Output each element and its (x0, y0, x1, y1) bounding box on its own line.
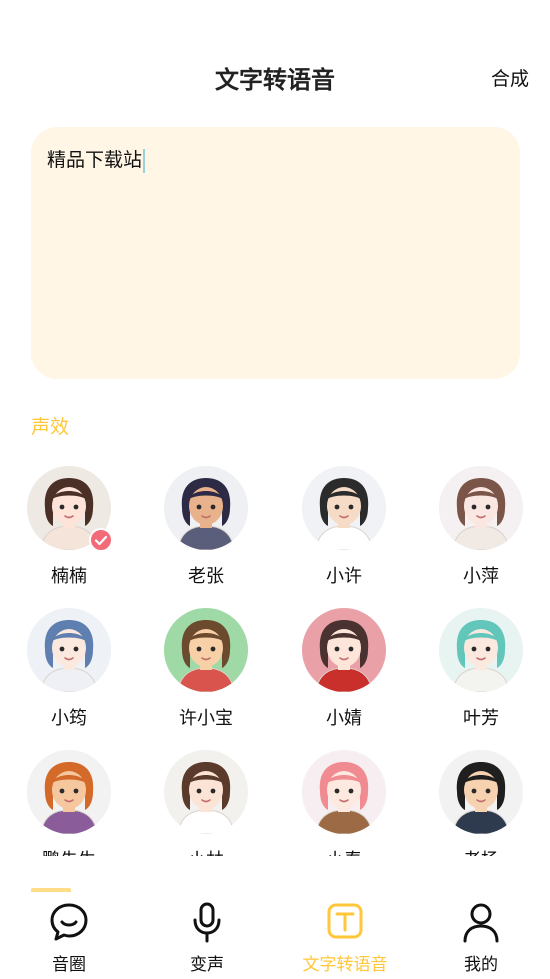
voice-item[interactable]: 小许 (275, 464, 413, 594)
tab-text-to-speech-label: 文字转语音 (302, 955, 388, 975)
avatar (439, 608, 523, 692)
voice-item[interactable]: 许小宝 (137, 606, 275, 736)
voice-avatar[interactable] (302, 466, 386, 550)
voice-avatar[interactable] (439, 466, 523, 550)
voice-item[interactable]: 小春 (275, 748, 413, 856)
top-bar: 文字转语音 合成 (0, 52, 550, 100)
voice-avatar[interactable] (302, 750, 386, 834)
person-icon (460, 900, 502, 944)
voice-name: 叶芳 (463, 708, 499, 729)
selected-check-icon (89, 528, 113, 552)
tab-text-to-speech[interactable]: 文字转语音 (276, 892, 414, 979)
voice-name: 老杨 (412, 846, 550, 856)
voice-avatar[interactable] (439, 750, 523, 834)
voice-item[interactable]: 老杨 (412, 748, 550, 856)
voice-name: 鹏先生 (0, 846, 138, 856)
text-input-area[interactable]: 精品下载站 (31, 127, 520, 379)
voice-item[interactable]: 小婧 (275, 606, 413, 736)
voice-item[interactable]: 叶芳 (412, 606, 550, 736)
page-title: 文字转语音 (215, 66, 335, 94)
avatar (27, 608, 111, 692)
voice-avatar[interactable] (439, 608, 523, 692)
tab-voice-changer[interactable]: 变声 (138, 892, 276, 979)
voice-name: 小许 (326, 566, 362, 587)
voice-avatar[interactable] (164, 608, 248, 692)
avatar (302, 608, 386, 692)
voice-avatar[interactable] (27, 466, 113, 552)
voice-name: 小林 (137, 846, 275, 856)
voice-avatar[interactable] (302, 608, 386, 692)
voice-name: 小婧 (326, 708, 362, 729)
voice-grid: 楠楠 老张 小许 小萍小筠 许小宝 小婧 叶芳鹏先生小林小春老杨 (0, 464, 550, 856)
avatar (27, 750, 111, 834)
voice-name: 小萍 (463, 566, 499, 587)
voice-name: 楠楠 (51, 566, 87, 587)
voice-item[interactable]: 小萍 (412, 464, 550, 594)
tab-mine[interactable]: 我的 (412, 892, 550, 979)
bottom-tab-bar: 音圈 变声 文字转语音 我的 (0, 892, 550, 979)
microphone-icon (186, 900, 228, 944)
input-text: 精品下载站 (47, 149, 143, 171)
avatar (164, 750, 248, 834)
chat-bubble-icon (48, 900, 90, 944)
voice-name: 许小宝 (179, 708, 233, 729)
avatar (439, 750, 523, 834)
tab-voice-circle[interactable]: 音圈 (0, 892, 138, 979)
tab-voice-circle-label: 音圈 (52, 955, 86, 975)
avatar (302, 466, 386, 550)
compose-button[interactable]: 合成 (491, 64, 529, 91)
tab-voice-changer-label: 变声 (190, 955, 224, 975)
voice-item[interactable]: 老张 (137, 464, 275, 594)
voice-avatar[interactable] (27, 608, 111, 692)
avatar (164, 466, 248, 550)
voice-avatar[interactable] (27, 750, 111, 834)
voice-avatar[interactable] (164, 466, 248, 550)
voice-item[interactable]: 鹏先生 (0, 748, 138, 856)
avatar (302, 750, 386, 834)
text-cursor (143, 148, 146, 173)
tab-mine-label: 我的 (464, 955, 498, 975)
voice-item[interactable]: 楠楠 (0, 464, 138, 594)
voice-avatar[interactable] (164, 750, 248, 834)
avatar (439, 466, 523, 550)
voice-item[interactable]: 小筠 (0, 606, 138, 736)
text-t-icon (324, 900, 366, 944)
section-label-sound-effects: 声效 (31, 416, 70, 438)
voice-name: 小春 (275, 846, 413, 856)
voice-item[interactable]: 小林 (137, 748, 275, 856)
voice-name: 小筠 (51, 708, 87, 729)
voice-name: 老张 (188, 566, 224, 587)
avatar (164, 608, 248, 692)
text-input-content[interactable]: 精品下载站 (47, 145, 146, 173)
